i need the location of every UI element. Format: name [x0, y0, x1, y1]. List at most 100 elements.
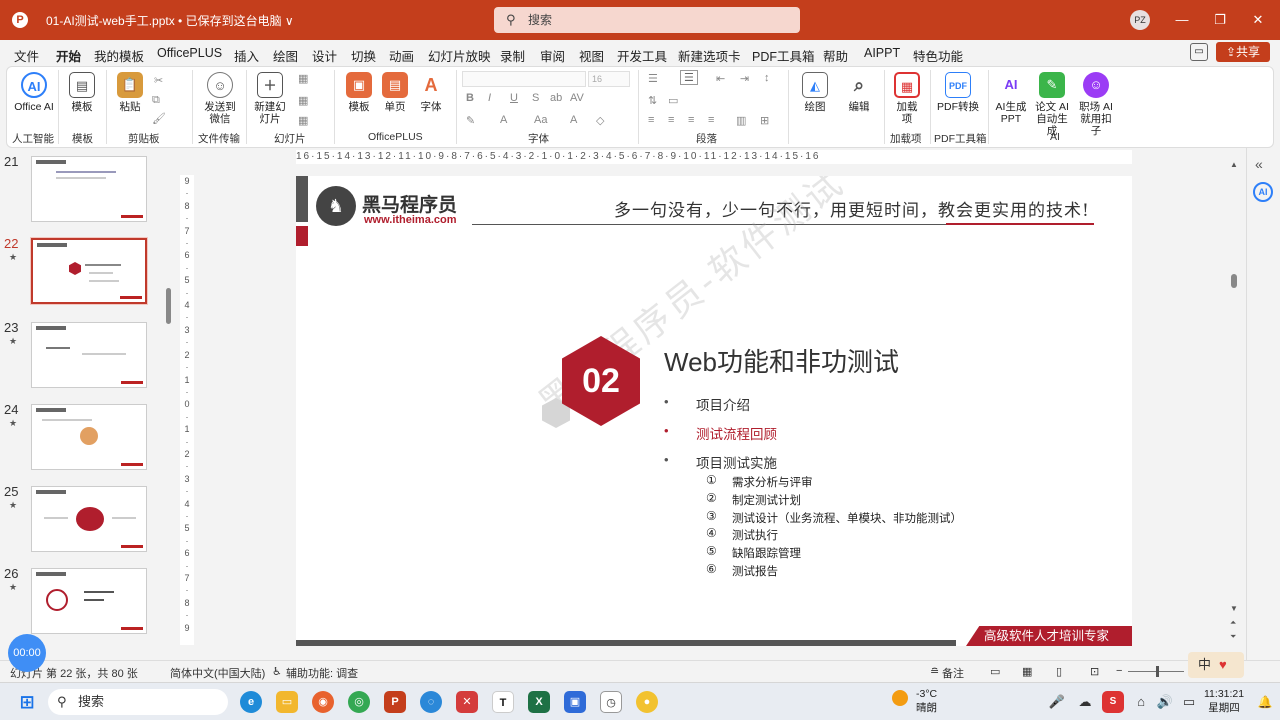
- italic-icon[interactable]: I: [488, 92, 491, 104]
- slide-thumbnail-26[interactable]: [31, 568, 147, 634]
- bullet-item-highlighted[interactable]: 测试流程回顾: [696, 423, 777, 443]
- menu-help[interactable]: 帮助: [823, 46, 848, 65]
- menu-draw[interactable]: 绘图: [273, 46, 298, 65]
- menu-features[interactable]: 特色功能: [913, 46, 963, 65]
- minimize-button[interactable]: —: [1172, 10, 1192, 30]
- menu-my-templates[interactable]: 我的模板: [94, 46, 144, 65]
- addin-button[interactable]: ▦ 加载项: [892, 72, 922, 125]
- font-size-select[interactable]: 16: [588, 71, 630, 87]
- font-button[interactable]: A 字体: [416, 72, 446, 113]
- powerpoint-icon[interactable]: P: [384, 691, 406, 713]
- menu-view[interactable]: 视图: [579, 46, 604, 65]
- reading-view-icon[interactable]: ▯: [1056, 665, 1062, 678]
- excel-icon[interactable]: X: [528, 691, 550, 713]
- notification-icon[interactable]: 🔔: [1254, 691, 1276, 713]
- zoom-thumb[interactable]: [1156, 666, 1159, 677]
- new-slide-button[interactable]: ＋ 新建幻灯片: [250, 72, 290, 125]
- firefox-icon[interactable]: ◉: [312, 691, 334, 713]
- menu-home[interactable]: 开始: [56, 46, 82, 70]
- align-center-icon[interactable]: ≡: [668, 114, 674, 126]
- menu-review[interactable]: 审阅: [540, 46, 565, 65]
- cut-icon[interactable]: ✂: [154, 74, 163, 87]
- chrome-icon[interactable]: ◎: [348, 691, 370, 713]
- char-spacing-icon[interactable]: AV: [570, 92, 584, 104]
- slide-canvas[interactable]: ♞ 黑马程序员 www.itheima.com 多一句没有，少一句不行，用更短时…: [296, 176, 1132, 646]
- battery-icon[interactable]: ▭: [1178, 691, 1200, 713]
- zhichang-ai-button[interactable]: ☺ 职场 AI 就用扣子: [1076, 72, 1116, 137]
- template-button[interactable]: ▤ 模板: [66, 72, 98, 113]
- accessibility-status[interactable]: 辅助功能: 调查: [286, 665, 358, 681]
- clock[interactable]: 11:31:21 星期四: [1204, 687, 1244, 715]
- antivirus-icon[interactable]: S: [1102, 691, 1124, 713]
- menu-design[interactable]: 设计: [312, 46, 337, 65]
- ime-indicator[interactable]: 中 ♥: [1188, 652, 1244, 678]
- copy-icon[interactable]: ⧉: [152, 94, 160, 107]
- bullets-icon[interactable]: ☰: [648, 72, 658, 85]
- columns-icon[interactable]: ▥: [736, 114, 746, 127]
- microphone-icon[interactable]: 🎤: [1046, 691, 1068, 713]
- justify-icon[interactable]: ≡: [708, 114, 714, 126]
- sub-item[interactable]: 需求分析与评审: [732, 474, 813, 490]
- scroll-up-icon[interactable]: ▲: [1230, 160, 1238, 169]
- menu-officeplus[interactable]: OfficePLUS: [157, 46, 222, 60]
- highlight-icon[interactable]: ✎: [466, 114, 475, 127]
- clear-format-icon[interactable]: A: [570, 114, 577, 126]
- numbering-icon[interactable]: ☰: [680, 70, 698, 85]
- notes-button[interactable]: 备注: [942, 665, 964, 681]
- slide-thumbnail-22[interactable]: [31, 238, 147, 304]
- menu-animations[interactable]: 动画: [389, 46, 414, 65]
- taskbar-search[interactable]: ⚲ 搜索: [48, 689, 228, 715]
- volume-icon[interactable]: 🔊: [1154, 691, 1176, 713]
- send-wechat-button[interactable]: ☺ 发送到微信: [200, 72, 240, 125]
- line-spacing-icon[interactable]: ↕: [764, 72, 770, 84]
- search-box[interactable]: ⚲ 搜索: [494, 7, 800, 33]
- avatar[interactable]: PZ: [1130, 10, 1150, 30]
- align-text-icon[interactable]: ▭: [668, 94, 678, 107]
- underline-icon[interactable]: U: [510, 92, 518, 104]
- language-status[interactable]: 简体中文(中国大陆): [170, 665, 265, 681]
- text-direction-icon[interactable]: ⇅: [648, 94, 657, 107]
- align-left-icon[interactable]: ≡: [648, 114, 654, 126]
- slide-thumbnail-21[interactable]: [31, 156, 147, 222]
- app-icon[interactable]: ●: [636, 691, 658, 713]
- pdf-convert-button[interactable]: PDF PDF转换: [936, 72, 980, 113]
- smartart-icon[interactable]: ⊞: [760, 114, 769, 127]
- menu-record[interactable]: 录制: [500, 46, 525, 65]
- format-painter-icon[interactable]: 🖌: [152, 112, 166, 125]
- bold-icon[interactable]: B: [466, 92, 474, 104]
- sub-item[interactable]: 缺陷跟踪管理: [732, 545, 801, 561]
- prev-slide-icon[interactable]: ⏶: [1230, 618, 1236, 628]
- text-effect-icon[interactable]: ◇: [596, 114, 604, 127]
- slide-scrollbar[interactable]: ▲ ▼ ⏶ ⏷: [1230, 160, 1238, 648]
- thumbnail-scrollbar[interactable]: [166, 288, 171, 324]
- xmind-icon[interactable]: ✕: [456, 691, 478, 713]
- menu-pdf-toolbox[interactable]: PDF工具箱: [752, 46, 815, 65]
- draw-button[interactable]: ◭ 绘图: [800, 72, 830, 113]
- lunwen-ai-button[interactable]: ✎ 论文 AI 自动生成: [1032, 72, 1072, 137]
- sub-item[interactable]: 测试执行: [732, 527, 778, 543]
- windows-start-icon[interactable]: ⊞: [16, 691, 38, 713]
- menu-new-tab[interactable]: 新建选项卡: [678, 46, 741, 65]
- meeting-icon[interactable]: ▣: [564, 691, 586, 713]
- next-slide-icon[interactable]: ⏷: [1230, 632, 1236, 642]
- typora-icon[interactable]: T: [492, 691, 514, 713]
- menu-aippt[interactable]: AIPPT: [864, 46, 900, 60]
- powerpoint-app-icon[interactable]: P: [12, 12, 28, 28]
- font-color-icon[interactable]: A: [500, 114, 507, 126]
- slide-thumbnail-24[interactable]: [31, 404, 147, 470]
- menu-transitions[interactable]: 切换: [351, 46, 376, 65]
- officeplus-template-button[interactable]: ▣ 模板: [344, 72, 374, 113]
- section-icon[interactable]: ▦: [298, 114, 308, 127]
- sub-item[interactable]: 制定测试计划: [732, 492, 801, 508]
- scroll-thumb[interactable]: [1231, 274, 1237, 288]
- paste-button[interactable]: 📋 粘贴: [114, 72, 146, 113]
- strikethrough-icon[interactable]: S: [532, 92, 539, 104]
- indent-decrease-icon[interactable]: ⇤: [716, 72, 725, 85]
- menu-insert[interactable]: 插入: [234, 46, 259, 65]
- reset-icon[interactable]: ▦: [298, 94, 308, 107]
- zoom-out-icon[interactable]: −: [1116, 665, 1122, 677]
- chat-app-icon[interactable]: ◌: [420, 691, 442, 713]
- slide-title[interactable]: Web功能和非功测试: [664, 342, 899, 379]
- ai-ppt-button[interactable]: AI AI生成PPT: [994, 72, 1028, 125]
- comment-icon[interactable]: ▭: [1190, 43, 1208, 61]
